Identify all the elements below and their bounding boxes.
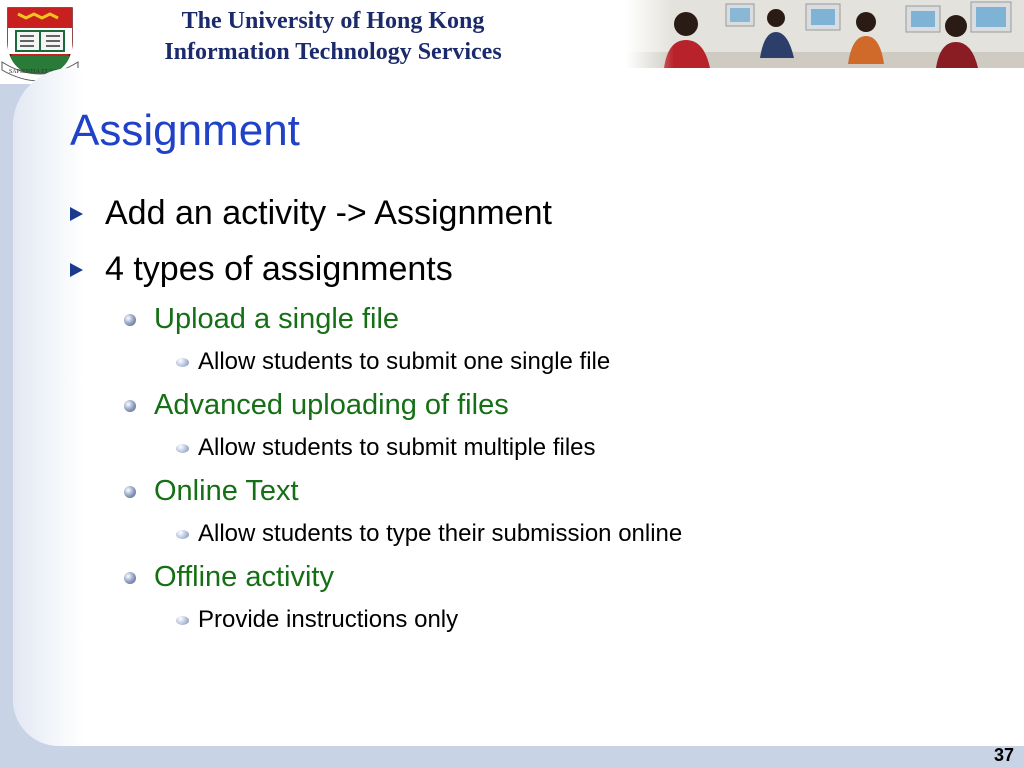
bullet-level2: Offline activity — [124, 561, 334, 594]
sphere-bullet-icon — [176, 615, 189, 625]
sphere-bullet-icon — [176, 529, 189, 539]
bullet-level3: Allow students to submit multiple files — [176, 434, 596, 462]
sphere-bullet-icon — [124, 571, 136, 584]
triangle-bullet-icon — [70, 262, 83, 277]
bullet-level1: Add an activity -> Assignment — [70, 194, 552, 233]
bullet-text: Upload a single file — [154, 303, 400, 335]
bullet-text: Advanced uploading of files — [154, 389, 509, 421]
bullet-level2: Online Text — [124, 475, 299, 508]
triangle-bullet-icon — [70, 206, 83, 221]
bullet-text: Add an activity -> Assignment — [105, 194, 552, 232]
computer-lab-photo — [626, 0, 1024, 68]
sphere-bullet-icon — [176, 443, 189, 453]
bullet-text: Allow students to submit one single file — [198, 348, 611, 375]
bullet-level2: Upload a single file — [124, 303, 399, 336]
bullet-level3: Allow students to submit one single file — [176, 348, 610, 376]
sphere-bullet-icon — [124, 313, 136, 326]
bullet-text: Online Text — [154, 475, 299, 507]
sphere-bullet-icon — [176, 357, 189, 367]
department-name: Information Technology Services — [164, 39, 502, 65]
page-number: 37 — [993, 745, 1014, 765]
bullet-level3: Allow students to type their submission … — [176, 520, 682, 548]
bullet-level2: Advanced uploading of files — [124, 389, 509, 422]
sphere-bullet-icon — [124, 399, 136, 412]
panel-shading — [13, 68, 83, 746]
bullet-text: Allow students to submit multiple files — [198, 434, 596, 461]
bullet-text: 4 types of assignments — [105, 250, 453, 288]
slide-title: Assignment — [70, 106, 300, 155]
bullet-level3: Provide instructions only — [176, 606, 458, 634]
bullet-text: Provide instructions only — [198, 606, 459, 633]
bullet-text: Offline activity — [154, 561, 334, 593]
header-title: The University of Hong Kong Information … — [98, 6, 568, 68]
university-name: The University of Hong Kong — [181, 8, 485, 34]
bullet-text: Allow students to type their submission … — [198, 520, 683, 547]
bullet-level1: 4 types of assignments — [70, 250, 453, 289]
sphere-bullet-icon — [124, 485, 136, 498]
